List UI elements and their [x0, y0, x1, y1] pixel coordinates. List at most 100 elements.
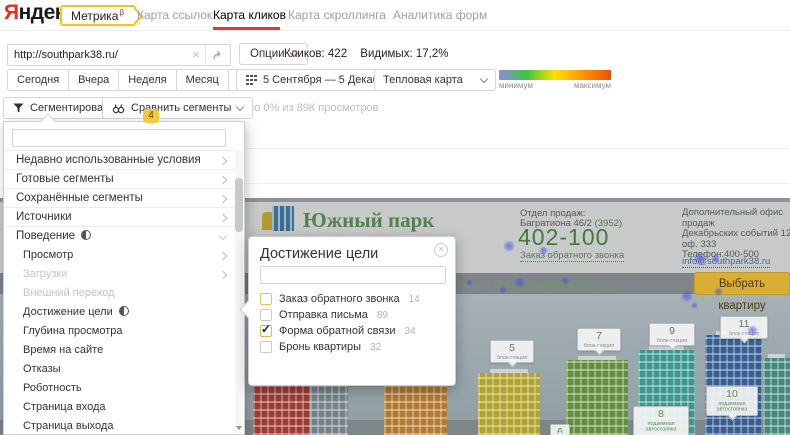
checkbox-unchecked[interactable] [260, 293, 272, 305]
building-label-6[interactable]: 6 [550, 424, 570, 435]
building-number: 11 [721, 319, 767, 330]
close-icon[interactable]: × [434, 243, 448, 257]
segment-menu: Недавно использованные условия Готовые се… [4, 150, 236, 434]
segment-menu-item[interactable]: Глубина просмотра [4, 322, 236, 341]
dropdown-scrollbar[interactable] [235, 150, 243, 433]
building-label-9[interactable]: 9блок-секция [649, 323, 695, 346]
segment-menu-item[interactable]: Страница выхода [4, 417, 236, 434]
building-number: 6 [551, 427, 569, 435]
segment-menu-item[interactable]: Отказы [4, 360, 236, 379]
heat-spot [561, 276, 570, 285]
segment-menu-item: Загрузки [4, 265, 236, 284]
compare-segments-button[interactable]: Сравнить сегменты [102, 97, 253, 119]
tab-1[interactable]: Карта ссылок [137, 8, 212, 22]
metrica-logo-tag[interactable]: Метрикаβ [60, 5, 136, 26]
building-label-10[interactable]: 10подземная автостоянка [706, 386, 758, 416]
goal-count: 32 [370, 342, 381, 353]
heat-spot [539, 246, 548, 255]
segment-menu-item[interactable]: Роботность [4, 379, 236, 398]
open-site-button[interactable] [205, 45, 230, 65]
building-roof [490, 369, 527, 373]
heat-spot [514, 277, 525, 288]
segment-menu-item-label: Готовые сегменты [16, 173, 114, 185]
segment-menu-item-label: Загрузки [23, 268, 67, 280]
period-button-вчера[interactable]: Вчера [68, 69, 119, 91]
chevron-right-icon [219, 214, 227, 222]
segment-menu-item-label: Отказы [23, 363, 61, 375]
goal-label[interactable]: Заказ обратного звонка [279, 293, 400, 305]
segment-menu-item[interactable]: Время на сайте [4, 341, 236, 360]
visible-value: 17,2% [416, 48, 449, 60]
goal-item[interactable]: Форма обратной связи 34 [260, 323, 449, 339]
segment-menu-item-label: Страница выхода [23, 420, 113, 432]
tab-2[interactable]: Карта кликов [213, 8, 286, 22]
condition-half-circle-icon [119, 306, 129, 316]
checkbox-unchecked[interactable] [260, 341, 272, 353]
clear-url-icon[interactable]: × [187, 46, 205, 64]
goal-popup: × Достижение цели Заказ обратного звонка… [248, 236, 456, 386]
goal-item[interactable]: Отправка письма89 [260, 307, 449, 323]
building-label-8[interactable]: 8подземная автостоянка [633, 406, 689, 435]
condition-half-circle-icon [81, 230, 91, 240]
segment-menu-item[interactable]: Просмотр [4, 246, 236, 265]
building-label-7[interactable]: 7блок-секция [577, 328, 621, 351]
legend-max-label: максимум [574, 81, 611, 90]
building-label-5[interactable]: 5блок-секция [490, 340, 534, 363]
goal-count: 34 [405, 326, 416, 337]
heat-spot [499, 286, 507, 294]
heatmap-legend: минимум максимум [499, 70, 611, 90]
building-5 [566, 360, 628, 435]
site-logo-text: Южный парк [303, 208, 434, 233]
checkbox-checked[interactable] [260, 325, 272, 337]
segment-menu-item[interactable]: Недавно использованные условия [4, 151, 236, 170]
building-label-text: блок-секция [580, 343, 618, 348]
callback-link[interactable]: Заказ обратного звонка [520, 250, 624, 262]
period-button-месяц[interactable]: Месяц [176, 69, 229, 91]
scrollbar-thumb[interactable] [235, 178, 243, 232]
sales-phone: 402-100 [518, 224, 609, 251]
choose-apartment-button[interactable]: Выбрать квартиру [694, 272, 790, 295]
legend-gradient-bar [499, 70, 611, 80]
goal-item[interactable]: Бронь квартиры 32 [260, 339, 449, 355]
segment-menu-item[interactable]: Страница входа [4, 398, 236, 417]
heat-spot [466, 279, 473, 286]
segment-menu-item[interactable]: Сохранённые сегменты [4, 189, 236, 208]
goal-label[interactable]: Форма обратной связи [279, 325, 396, 337]
checkbox-unchecked[interactable] [260, 309, 272, 321]
segment-menu-item[interactable]: Поведение [4, 227, 236, 246]
segment-menu-item-label: Недавно использованные условия [16, 154, 201, 166]
goal-search-input[interactable] [260, 266, 446, 284]
period-button-неделя[interactable]: Неделя [118, 69, 176, 91]
office-info-line: Дополнительный офис [682, 208, 790, 219]
period-button-сегодня[interactable]: Сегодня [7, 69, 69, 91]
segment-menu-item-label: Источники [16, 211, 72, 223]
url-input[interactable]: http://southpark38.ru/ [8, 49, 187, 61]
goal-label[interactable]: Бронь квартиры [279, 341, 361, 353]
segment-menu-item[interactable]: Достижение цели [4, 303, 236, 322]
segment-menu-item[interactable]: Источники [4, 208, 236, 227]
segment-menu-item-label: Время на сайте [23, 344, 103, 356]
site-logo-icon [272, 206, 294, 231]
active-tab-underline [213, 27, 280, 30]
goal-label[interactable]: Отправка письма [279, 309, 368, 321]
building-4 [478, 373, 540, 435]
segment-menu-item[interactable]: Готовые сегменты [4, 170, 236, 189]
visible-label: Видимых: [360, 48, 412, 60]
goal-item[interactable]: Заказ обратного звонка14 [260, 291, 449, 307]
binoculars-icon [112, 103, 125, 114]
tab-4[interactable]: Аналитика форм [393, 8, 487, 22]
building-label-text: подземная автостоянка [637, 421, 686, 432]
scroll-down-arrow-icon[interactable] [236, 426, 242, 430]
stats-line: Кликов: 422 Видимых: 17,2% [284, 48, 448, 60]
building-label-11[interactable]: 11блок-секция [720, 316, 768, 339]
tab-3[interactable]: Карта скроллинга [288, 8, 386, 22]
map-mode-select[interactable]: Тепловая карта [374, 69, 496, 91]
segment-search-input[interactable] [12, 129, 226, 147]
divider [246, 148, 790, 149]
segment-menu-item-label: Просмотр [23, 249, 73, 261]
building-roof [578, 356, 615, 360]
clicks-label: Кликов: [284, 48, 325, 60]
building-roof [649, 346, 683, 350]
url-input-box[interactable]: http://southpark38.ru/ × [7, 44, 231, 66]
legend-min-label: минимум [499, 81, 533, 90]
